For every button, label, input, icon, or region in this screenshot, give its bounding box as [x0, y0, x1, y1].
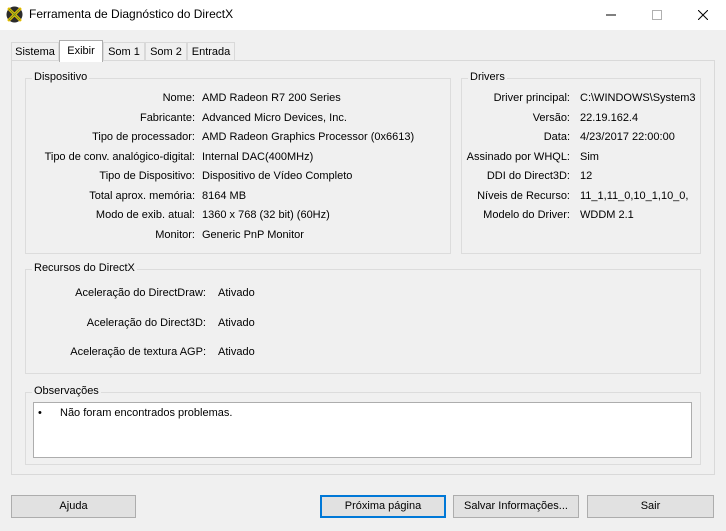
drivers-group-title: Drivers — [468, 71, 507, 83]
tab-exibir[interactable]: Exibir — [59, 40, 103, 62]
tab-entrada[interactable]: Entrada — [187, 42, 235, 60]
tab-sistema[interactable]: Sistema — [11, 42, 59, 60]
device-label-name: Nome: — [162, 92, 195, 104]
close-icon — [698, 10, 708, 20]
maximize-icon — [652, 10, 662, 20]
notes-text: Não foram encontrados problemas. — [60, 407, 233, 419]
features-group-title: Recursos do DirectX — [32, 262, 137, 274]
save-info-button[interactable]: Salvar Informações... — [453, 495, 579, 518]
minimize-button[interactable] — [588, 0, 634, 30]
help-button[interactable]: Ajuda — [11, 495, 136, 518]
device-label-chip-type: Tipo de processador: — [92, 131, 195, 143]
minimize-icon — [606, 10, 616, 20]
features-label-direct3d: Aceleração do Direct3D: — [86, 317, 206, 329]
device-group-title: Dispositivo — [32, 71, 90, 83]
device-value-chip-type: AMD Radeon Graphics Processor (0x6613) — [202, 131, 415, 143]
notes-bullet: • — [38, 407, 42, 419]
features-value-direct3d: Ativado — [218, 317, 255, 329]
device-label-dac-type: Tipo de conv. analógico-digital: — [44, 151, 195, 163]
drivers-label-version: Versão: — [532, 112, 570, 124]
drivers-value-whql: Sim — [580, 151, 599, 163]
device-label-display-mode: Modo de exib. atual: — [95, 209, 195, 221]
title-bar: Ferramenta de Diagnóstico do DirectX — [0, 0, 726, 30]
device-value-name: AMD Radeon R7 200 Series — [202, 92, 341, 104]
tab-som-1[interactable]: Som 1 — [103, 42, 145, 60]
drivers-value-main: C:\WINDOWS\System3 — [580, 92, 696, 104]
drivers-value-version: 22.19.162.4 — [580, 112, 639, 124]
close-button[interactable] — [680, 0, 726, 30]
window-title: Ferramenta de Diagnóstico do DirectX — [29, 7, 234, 21]
device-group: Dispositivo — [25, 71, 451, 254]
maximize-button[interactable] — [634, 0, 680, 30]
next-page-button[interactable]: Próxima página — [320, 495, 446, 518]
device-value-memory: 8164 MB — [202, 190, 247, 202]
drivers-value-model: WDDM 2.1 — [580, 209, 634, 221]
features-value-directdraw: Ativado — [218, 287, 255, 299]
drivers-label-ddi: DDI do Direct3D: — [486, 170, 570, 182]
device-value-monitor: Generic PnP Monitor — [202, 229, 304, 241]
device-value-dac-type: Internal DAC(400MHz) — [202, 151, 314, 163]
drivers-label-main: Driver principal: — [493, 92, 570, 104]
drivers-label-whql: Assinado por WHQL: — [466, 151, 570, 163]
tab-som-2[interactable]: Som 2 — [145, 42, 187, 60]
drivers-value-feature-levels: 11_1,11_0,10_1,10_0, — [580, 190, 689, 202]
device-label-device-type: Tipo de Dispositivo: — [99, 170, 195, 182]
device-value-device-type: Dispositivo de Vídeo Completo — [202, 170, 353, 182]
drivers-value-ddi: 12 — [580, 170, 593, 182]
device-label-memory: Total aprox. memória: — [89, 190, 195, 202]
features-label-agp: Aceleração de textura AGP: — [70, 346, 206, 358]
device-label-monitor: Monitor: — [155, 229, 195, 241]
drivers-label-model: Modelo do Driver: — [483, 209, 570, 221]
directx-icon — [6, 6, 23, 23]
drivers-value-date: 4/23/2017 22:00:00 — [580, 131, 675, 143]
device-label-manufacturer: Fabricante: — [139, 112, 195, 124]
device-value-display-mode: 1360 x 768 (32 bit) (60Hz) — [202, 209, 330, 221]
drivers-label-feature-levels: Níveis de Recurso: — [477, 190, 570, 202]
notes-textbox[interactable]: • Não foram encontrados problemas. — [33, 402, 692, 458]
features-label-directdraw: Aceleração do DirectDraw: — [75, 287, 206, 299]
device-value-manufacturer: Advanced Micro Devices, Inc. — [202, 112, 347, 124]
drivers-label-date: Data: — [543, 131, 570, 143]
exit-button[interactable]: Sair — [587, 495, 714, 518]
features-value-agp: Ativado — [218, 346, 255, 358]
notes-group-title: Observações — [32, 385, 101, 397]
drivers-group: Drivers — [461, 71, 701, 254]
